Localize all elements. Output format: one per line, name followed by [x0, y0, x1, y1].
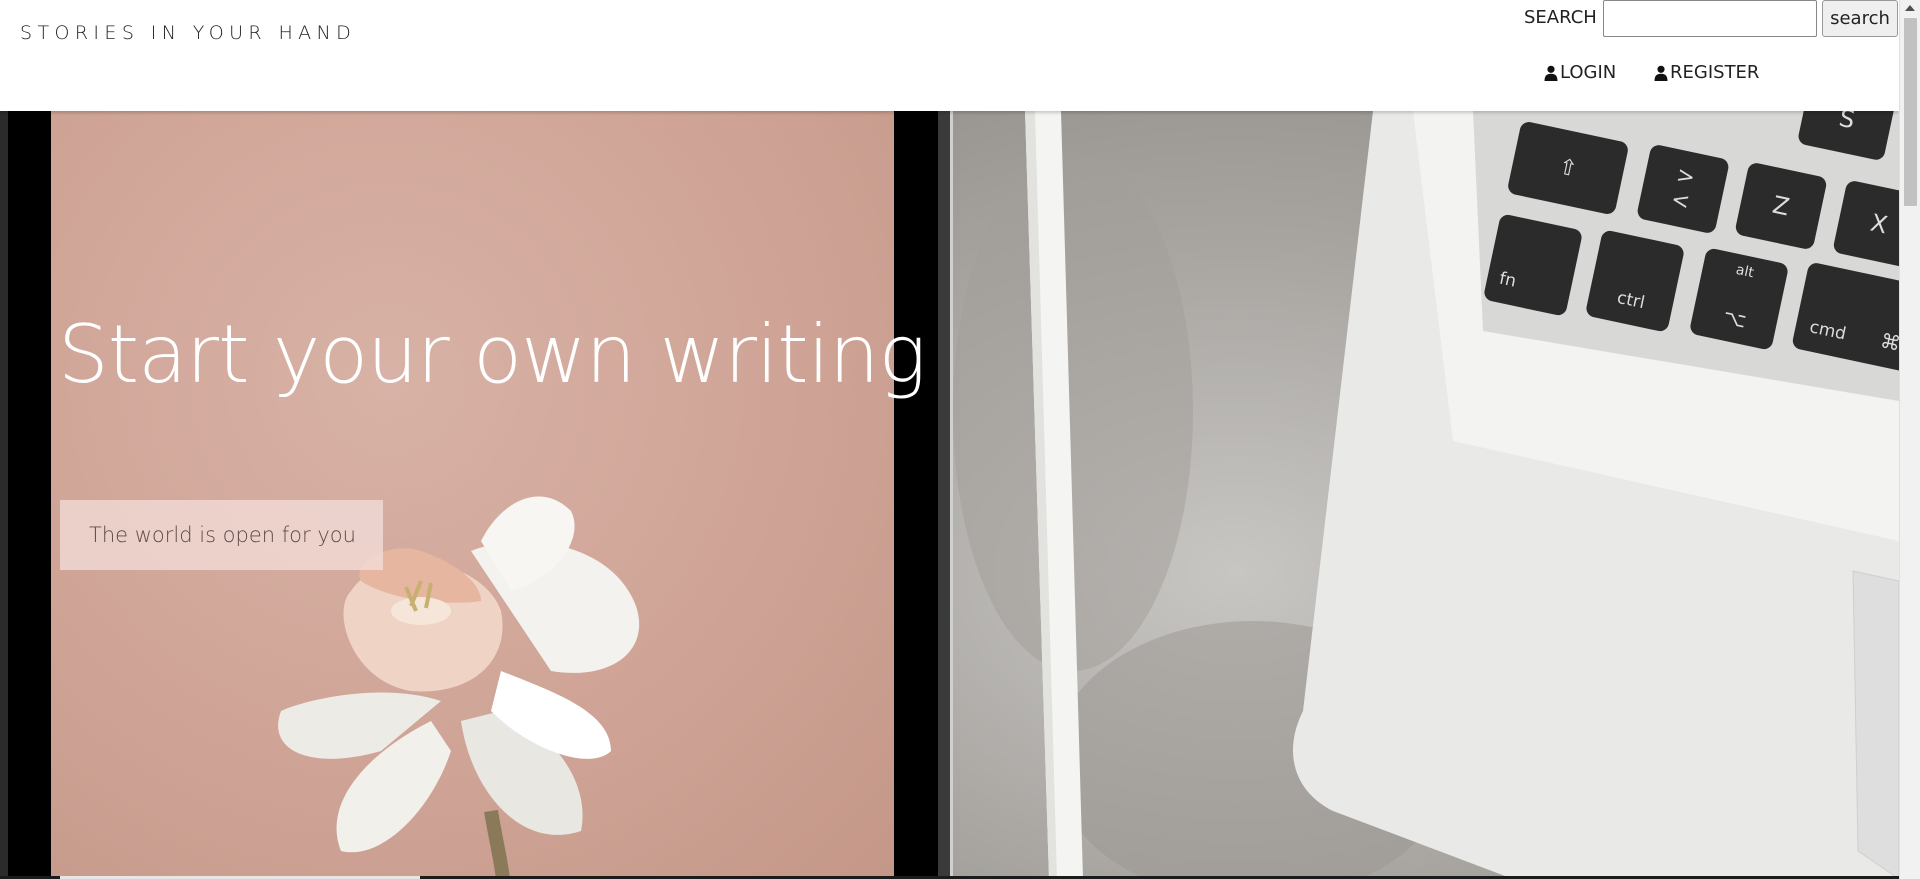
key-greater-less: > < — [1635, 143, 1731, 235]
search-label: SEARCH — [1524, 7, 1597, 28]
user-icon — [1544, 65, 1558, 81]
left-edge — [0, 111, 8, 879]
login-link[interactable]: LOGIN — [1544, 62, 1616, 83]
key-cmd-label: cmd — [1807, 317, 1848, 345]
hero-tagline: The world is open for you — [60, 500, 383, 570]
search-input[interactable] — [1603, 0, 1817, 37]
vertical-scrollbar[interactable] — [1899, 0, 1920, 879]
key-fn: fn — [1482, 213, 1584, 317]
hero-title: Start your own writing — [58, 308, 927, 401]
key-ctrl: ctrl — [1584, 229, 1686, 333]
key-alt: alt ⌥ — [1688, 247, 1790, 351]
search-button[interactable]: search — [1822, 0, 1898, 37]
panel-divider — [938, 111, 950, 879]
register-label: REGISTER — [1670, 62, 1760, 83]
scroll-up-arrow-icon[interactable] — [1905, 5, 1915, 11]
key-command-label: ⌘ — [1878, 328, 1899, 356]
key-option-label: ⌥ — [1721, 304, 1749, 333]
daffodil-illustration — [278, 496, 640, 879]
scroll-thumb[interactable] — [1904, 18, 1917, 206]
login-label: LOGIN — [1560, 62, 1617, 83]
key-greater-label: > — [1673, 162, 1698, 191]
laptop-image: S ⇧ > < Z X fn ctrl alt ⌥ cmd ⌘ — [953, 111, 1899, 879]
brand-logo-text[interactable]: STORIES IN YOUR HAND — [20, 22, 356, 44]
key-less-label: < — [1668, 187, 1693, 216]
register-link[interactable]: REGISTER — [1654, 62, 1759, 83]
user-icon — [1654, 65, 1668, 81]
site-header: STORIES IN YOUR HAND SEARCH search LOGIN… — [0, 0, 1899, 111]
key-alt-label: alt — [1734, 261, 1756, 282]
daffodil-image — [51, 111, 894, 879]
hero-section: S ⇧ > < Z X fn ctrl alt ⌥ cmd ⌘ Start yo… — [0, 111, 1899, 879]
